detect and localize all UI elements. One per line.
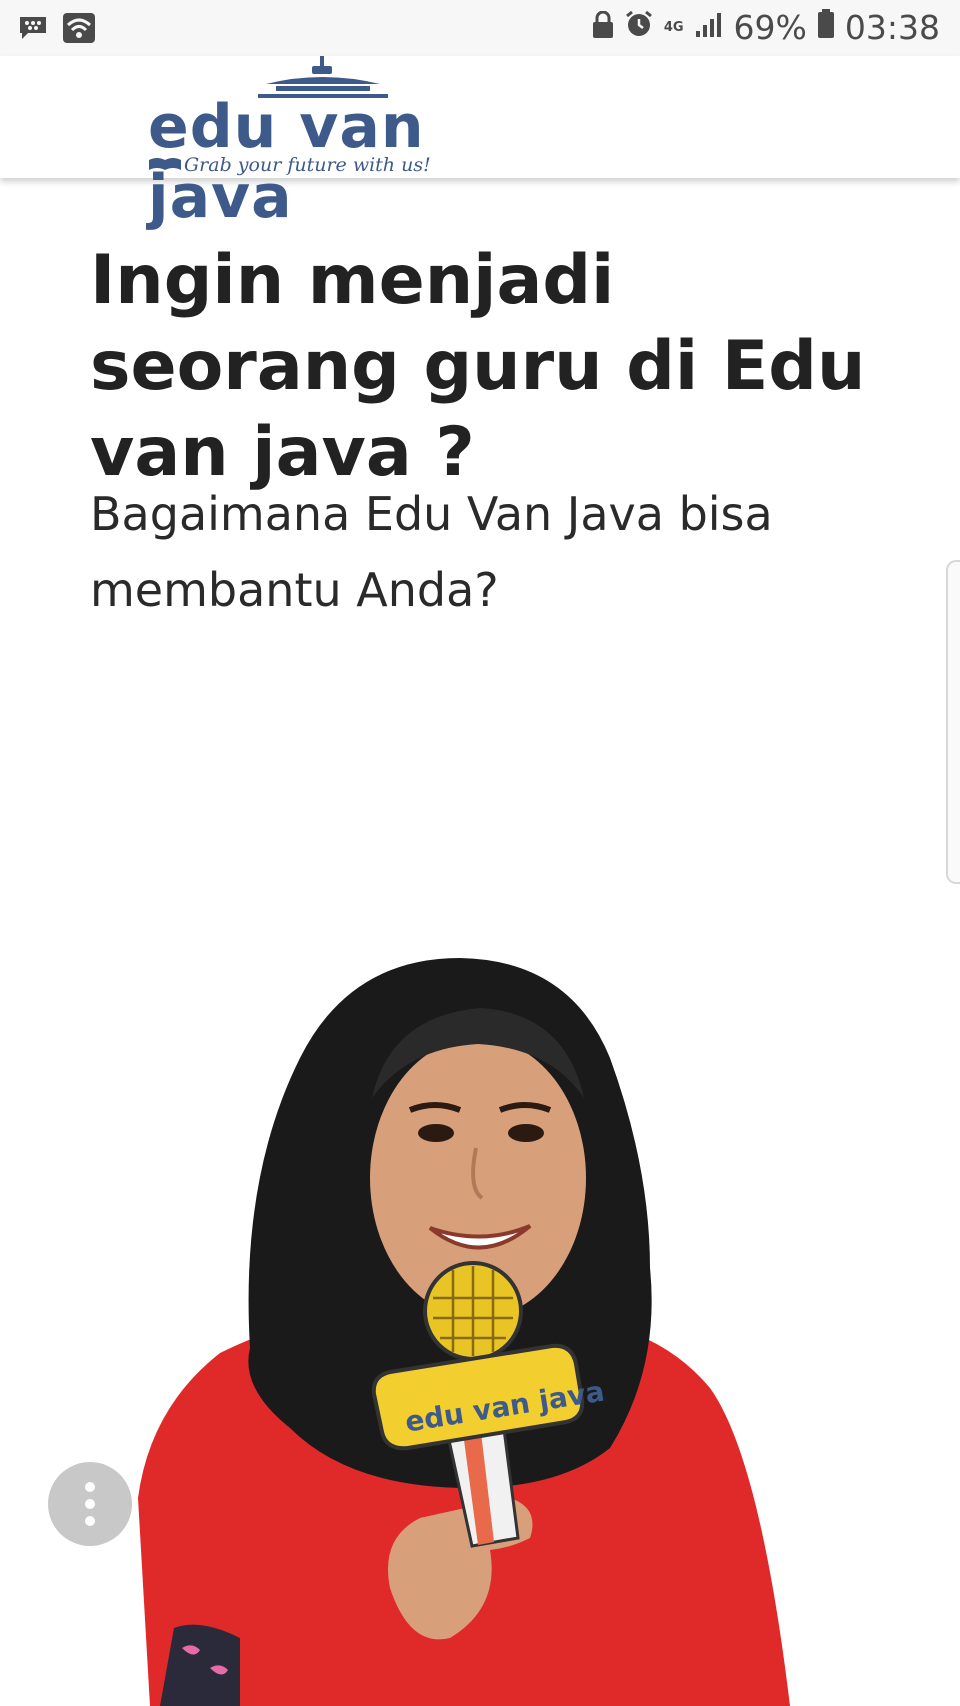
page-title: Ingin menjadi seorang guru di Edu van ja… [90,241,866,492]
status-right-icons: 4G 69% 03:38 [592,8,940,47]
status-bar: 4G 69% 03:38 [0,0,960,56]
signal-icon [694,8,724,47]
logo-tagline: Grab your future with us! [184,154,431,176]
message-icon [18,15,48,45]
network-type: 4G [663,20,684,35]
open-book-icon [149,158,181,170]
site-header: edu van java Grab your future with us! [0,56,960,232]
page-subtitle: Bagaimana Edu Van Java bisa membantu And… [90,487,773,617]
lock-icon [592,8,614,47]
battery-percent: 69% [733,8,807,47]
main-content: Ingin menjadi seorang guru di Edu van ja… [0,178,960,1706]
status-left-icons [18,12,96,48]
wifi-icon [62,12,96,48]
alarm-icon [624,8,654,47]
clock: 03:38 [844,8,940,47]
more-options-button[interactable] [48,1462,132,1546]
teacher-photo: edu van java [138,958,790,1706]
site-logo[interactable]: edu van java Grab your future with us! [148,56,538,232]
battery-icon [817,8,835,47]
more-vertical-icon [85,1482,95,1492]
side-panel-handle[interactable] [946,560,960,884]
